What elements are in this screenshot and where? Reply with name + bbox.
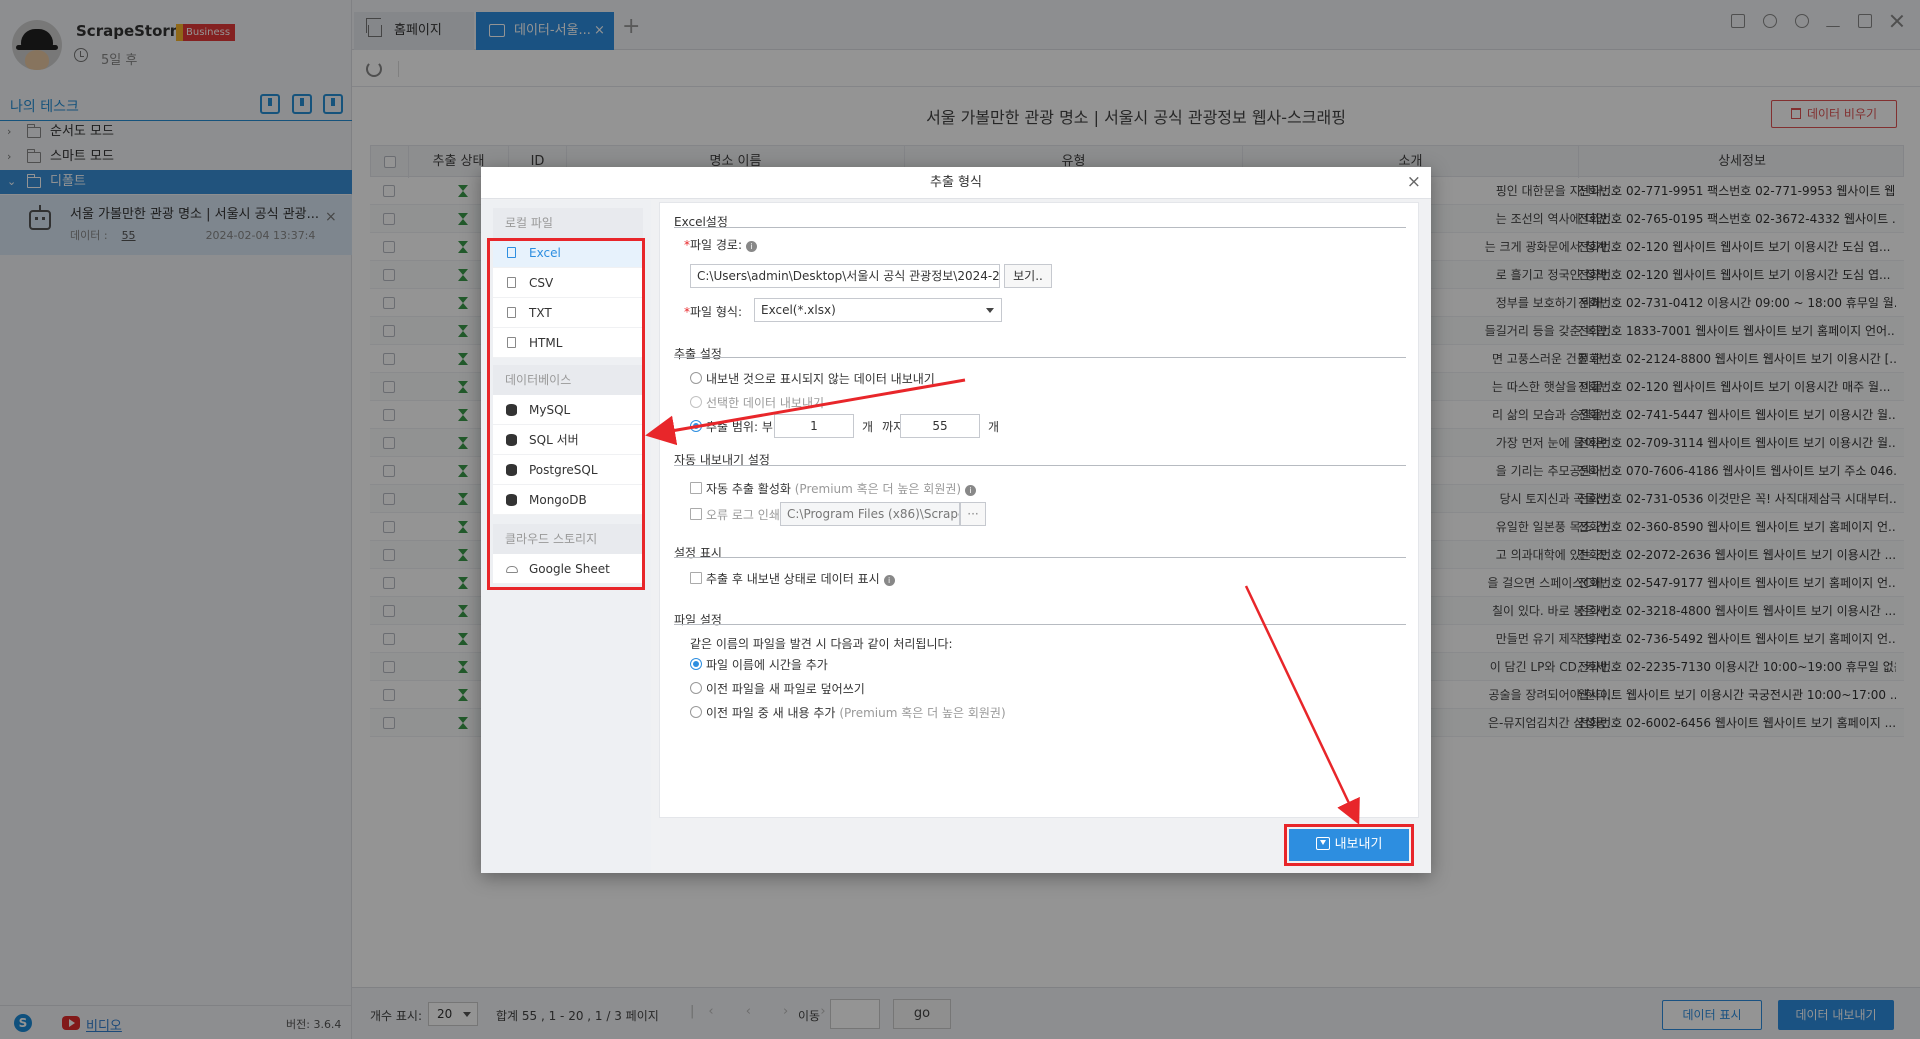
file-settings-desc: 같은 이름의 파일을 발견 시 다음과 같이 처리됩니다: [690, 637, 953, 651]
radio-range[interactable] [690, 420, 702, 432]
label-selected-data: 선택한 데이터 내보내기 [706, 396, 825, 410]
auto-extract-checkbox[interactable] [690, 482, 702, 494]
label-append-time: 파일 이름에 시간을 추가 [706, 658, 828, 672]
label-overwrite: 이전 파일을 새 파일로 덮어쓰기 [706, 682, 865, 696]
radio-not-exported[interactable] [690, 372, 702, 384]
close-dialog-icon[interactable]: × [1407, 167, 1421, 197]
label-not-exported: 내보낸 것으로 표시되지 않는 데이터 내보내기 [706, 372, 935, 386]
label-append-content: 이전 파일 중 새 내용 추가 (Premium 혹은 더 높은 회원권) [706, 706, 1006, 720]
radio-overwrite[interactable] [690, 682, 702, 694]
file-path-label: *파일 경로: i [684, 236, 758, 253]
dialog-title: 추출 형식 × [481, 167, 1431, 199]
display-settings-title: 설정 표시 [674, 546, 722, 560]
settings-panel: Excel설정 *파일 경로: i C:\Users\admin\Desktop\… [659, 202, 1419, 818]
info-icon[interactable]: i [746, 241, 758, 252]
highlight-box-formats [487, 238, 645, 590]
info-icon[interactable]: i [883, 575, 895, 586]
label-display-exported: 추출 후 내보낸 상태로 데이터 표시 i [706, 570, 895, 587]
display-exported-checkbox[interactable] [690, 572, 702, 584]
group-local-files: 로컬 파일 [493, 208, 643, 238]
file-settings-title: 파일 설정 [674, 613, 722, 627]
label-range: 추출 범위: 부터 [706, 420, 784, 434]
label-auto-extract: 자동 추출 활성화 (Premium 혹은 더 높은 회원권) i [706, 480, 977, 497]
extract-settings-title: 추출 설정 [674, 347, 722, 361]
error-log-checkbox[interactable] [690, 508, 702, 520]
radio-selected-data[interactable] [690, 396, 702, 408]
radio-append-content[interactable] [690, 706, 702, 718]
label-error-log: 오류 로그 인쇄 [706, 508, 780, 522]
radio-append-time[interactable] [690, 658, 702, 670]
file-format-label: *파일 형식: [684, 305, 743, 319]
error-log-browse-button[interactable]: ··· [960, 502, 986, 526]
export-format-dialog: 추출 형식 × 로컬 파일 Excel CSV TXT HTML 데이터베이스 … [481, 167, 1431, 873]
browse-button[interactable]: 보기.. [1004, 264, 1052, 288]
info-icon[interactable]: i [965, 485, 977, 496]
range-from-input[interactable]: 1 [774, 414, 854, 438]
error-log-path-input[interactable]: C:\Program Files (x86)\ScrapeStorm\ [780, 502, 960, 526]
highlight-box-export [1284, 824, 1414, 866]
file-path-input[interactable]: C:\Users\admin\Desktop\서울시 공식 관광정보\2024-… [690, 264, 1000, 288]
range-to-input[interactable]: 55 [900, 414, 980, 438]
file-format-select[interactable]: Excel(*.xlsx) [754, 298, 1002, 322]
